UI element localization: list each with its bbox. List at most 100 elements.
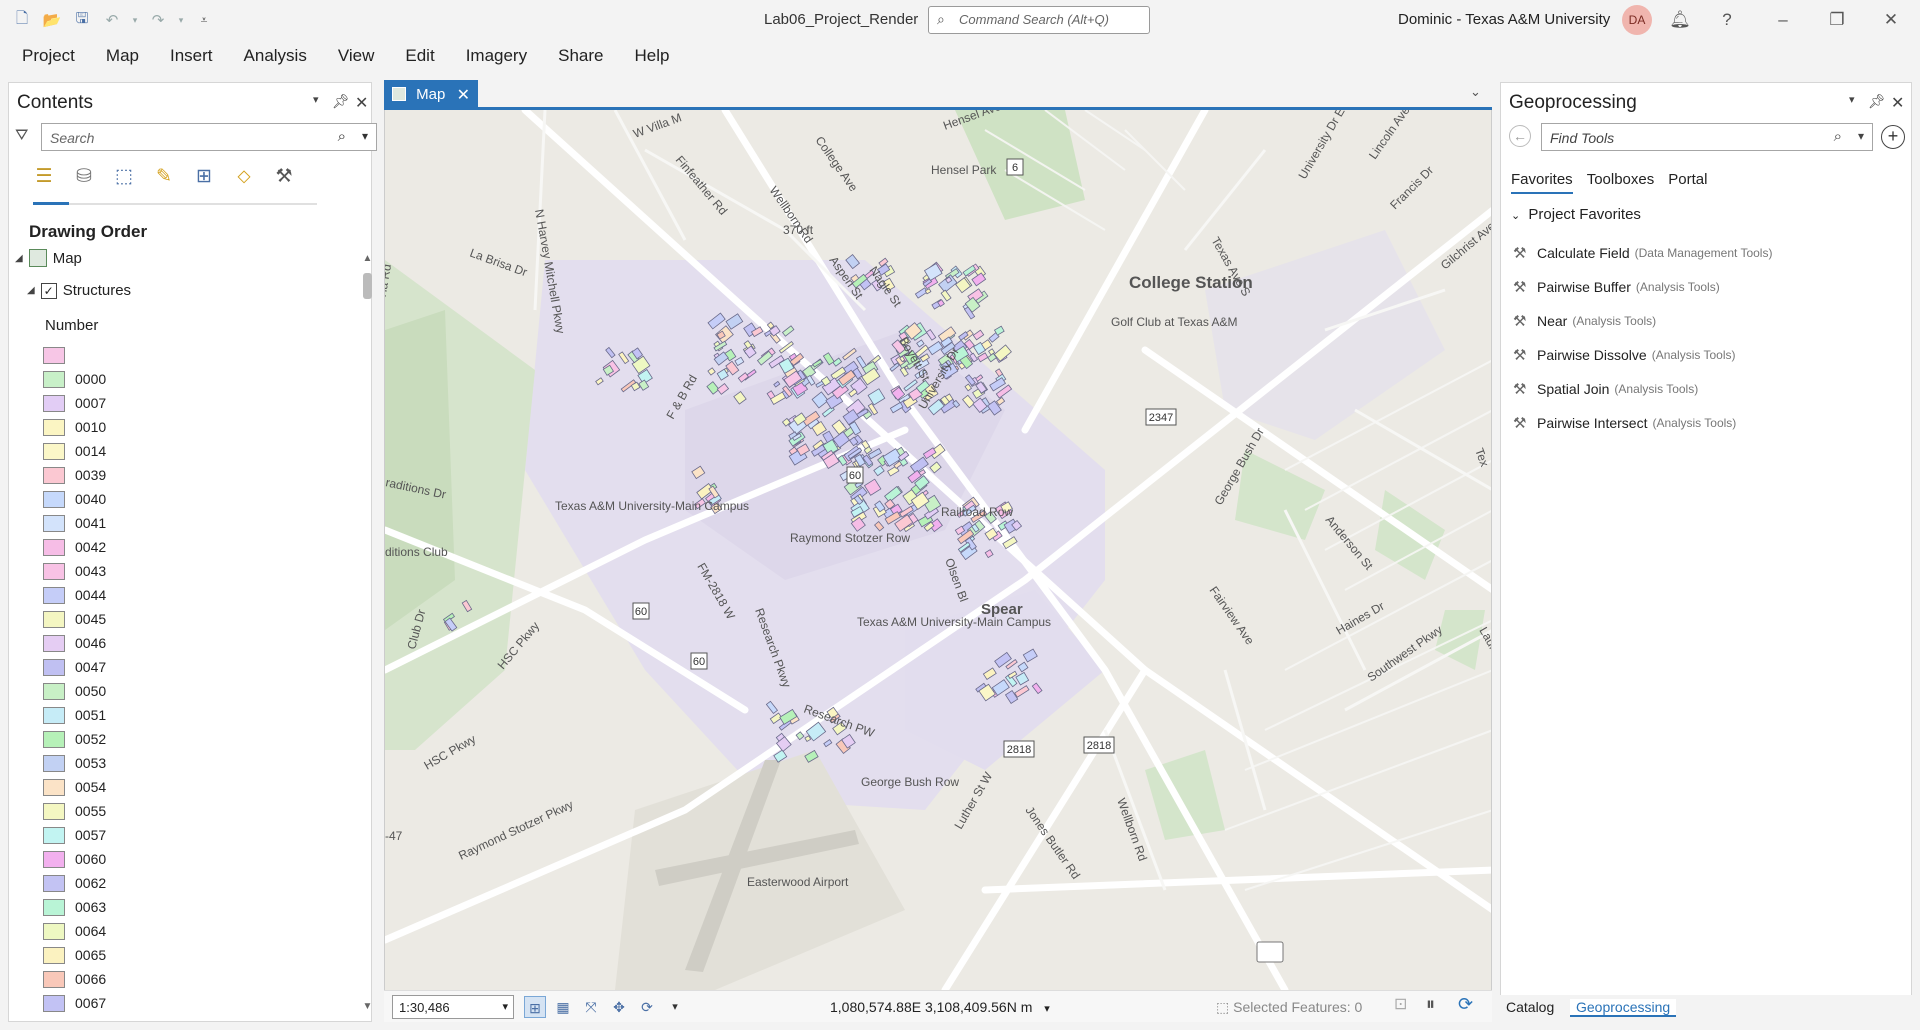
open-project-icon[interactable]: 📂 bbox=[40, 8, 64, 32]
tab-geoprocessing[interactable]: Geoprocessing bbox=[1570, 999, 1677, 1017]
legend-item[interactable]: 0055 bbox=[43, 799, 106, 823]
collapse-triangle-icon[interactable]: ◢ bbox=[27, 285, 35, 296]
chevron-down-icon[interactable]: ▾ bbox=[664, 996, 686, 1018]
legend-item[interactable]: 0066 bbox=[43, 967, 106, 991]
minimize-icon[interactable]: – bbox=[1768, 6, 1798, 34]
legend-swatch[interactable] bbox=[43, 394, 65, 412]
favorite-tool-item[interactable]: ⚒ Spatial Join (Analysis Tools) bbox=[1513, 372, 1772, 406]
fixed-zoom-icon[interactable]: ⊞ bbox=[524, 996, 546, 1018]
legend-item[interactable]: 0051 bbox=[43, 703, 106, 727]
tab-portal[interactable]: Portal bbox=[1668, 171, 1707, 194]
pane-options-chevron-icon[interactable]: ▾ bbox=[1849, 93, 1855, 106]
list-by-drawing-order-icon[interactable]: ☰ bbox=[31, 163, 57, 191]
menu-imagery[interactable]: Imagery bbox=[466, 40, 543, 72]
tab-catalog[interactable]: Catalog bbox=[1506, 999, 1554, 1015]
list-by-editing-icon[interactable]: ✎ bbox=[151, 163, 177, 191]
legend-item[interactable]: 0053 bbox=[43, 751, 106, 775]
tab-favorites[interactable]: Favorites bbox=[1511, 171, 1573, 194]
structures-layer-node[interactable]: ◢ ✓ Structures bbox=[27, 282, 131, 299]
map-canvas[interactable]: College StationGolf Club at Texas A&MTex… bbox=[385, 110, 1492, 990]
legend-swatch[interactable] bbox=[43, 898, 65, 916]
restore-icon[interactable]: ❐ bbox=[1822, 6, 1852, 34]
legend-swatch[interactable] bbox=[43, 778, 65, 796]
close-pane-icon[interactable]: ✕ bbox=[355, 93, 368, 113]
customize-toolbar-icon[interactable]: ⩡ bbox=[192, 8, 216, 32]
legend-item[interactable]: 0014 bbox=[43, 439, 106, 463]
contents-search-input[interactable]: Search ⌕ ▾ bbox=[41, 123, 377, 151]
legend-item[interactable]: 0007 bbox=[43, 391, 106, 415]
legend-item[interactable]: 0067 bbox=[43, 991, 106, 1015]
collapse-triangle-icon[interactable]: ◢ bbox=[15, 253, 23, 264]
legend-item[interactable]: 0039 bbox=[43, 463, 106, 487]
legend-swatch[interactable] bbox=[43, 514, 65, 532]
menu-insert[interactable]: Insert bbox=[170, 40, 229, 72]
list-by-snapping-icon[interactable]: ⊞ bbox=[191, 163, 217, 191]
notifications-bell-icon[interactable]: 🔔︎ bbox=[1665, 6, 1695, 34]
legend-swatch[interactable] bbox=[43, 346, 65, 364]
legend-swatch[interactable] bbox=[43, 922, 65, 940]
legend-swatch[interactable] bbox=[43, 826, 65, 844]
new-project-icon[interactable]: 🗋 bbox=[10, 8, 34, 32]
legend-swatch[interactable] bbox=[43, 874, 65, 892]
chevron-down-icon[interactable]: ▾ bbox=[1858, 129, 1864, 143]
legend-swatch[interactable] bbox=[43, 370, 65, 388]
legend-item[interactable]: 0064 bbox=[43, 919, 106, 943]
map-view[interactable]: College Station Golf Club at Texas A&M Tex… bbox=[384, 110, 1492, 990]
legend-item[interactable]: 0044 bbox=[43, 583, 106, 607]
legend-swatch[interactable] bbox=[43, 706, 65, 724]
menu-help[interactable]: Help bbox=[634, 40, 685, 72]
legend-swatch[interactable] bbox=[43, 562, 65, 580]
redo-icon[interactable]: ↷ bbox=[146, 8, 170, 32]
legend-item[interactable]: 0010 bbox=[43, 415, 106, 439]
menu-edit[interactable]: Edit bbox=[405, 40, 450, 72]
legend-item[interactable]: 0043 bbox=[43, 559, 106, 583]
chevron-down-icon[interactable]: ▾ bbox=[502, 1000, 508, 1013]
list-by-data-source-icon[interactable]: ⛁ bbox=[71, 163, 97, 191]
filter-icon[interactable]: ⛛ bbox=[15, 127, 28, 145]
list-by-labeling-icon[interactable]: ⬦ bbox=[231, 163, 257, 191]
menu-view[interactable]: View bbox=[338, 40, 391, 72]
command-search-input[interactable]: ⌕ Command Search (Alt+Q) bbox=[928, 6, 1150, 34]
chevron-down-icon[interactable]: ▾ bbox=[1044, 1003, 1050, 1015]
legend-swatch[interactable] bbox=[43, 610, 65, 628]
legend-item[interactable]: 0060 bbox=[43, 847, 106, 871]
legend-swatch[interactable] bbox=[43, 586, 65, 604]
favorite-tool-item[interactable]: ⚒ Pairwise Buffer (Analysis Tools) bbox=[1513, 270, 1772, 304]
legend-item[interactable]: 0042 bbox=[43, 535, 106, 559]
favorite-tool-item[interactable]: ⚒ Pairwise Intersect (Analysis Tools) bbox=[1513, 406, 1772, 440]
clear-selection-icon[interactable]: ⊡ bbox=[1394, 994, 1407, 1014]
contents-scrollbar[interactable]: ▲ ▼ bbox=[362, 251, 373, 1015]
close-window-icon[interactable]: ✕ bbox=[1876, 6, 1906, 34]
legend-swatch[interactable] bbox=[43, 970, 65, 988]
search-icon[interactable]: ⌕ bbox=[338, 128, 346, 145]
avatar[interactable]: DA bbox=[1622, 5, 1652, 35]
legend-item[interactable]: 0041 bbox=[43, 511, 106, 535]
fit-extent-icon[interactable]: ⤧ bbox=[580, 996, 602, 1018]
scrollbar-thumb[interactable] bbox=[363, 273, 372, 299]
scroll-up-icon[interactable]: ▲ bbox=[362, 253, 373, 264]
legend-item[interactable]: 0046 bbox=[43, 631, 106, 655]
save-project-icon[interactable]: 🖫 bbox=[70, 8, 94, 32]
refresh-icon[interactable]: ⟳ bbox=[1458, 994, 1473, 1015]
list-by-selection-icon[interactable]: ⬚ bbox=[111, 163, 137, 191]
legend-item[interactable]: 0063 bbox=[43, 895, 106, 919]
redo-dropdown-icon[interactable]: ▾ bbox=[176, 8, 186, 32]
undo-icon[interactable]: ↶ bbox=[100, 8, 124, 32]
pause-drawing-icon[interactable]: ⏸︎ bbox=[1426, 994, 1435, 1015]
close-pane-icon[interactable]: ✕ bbox=[1891, 93, 1904, 113]
legend-item[interactable]: 0057 bbox=[43, 823, 106, 847]
tab-overflow-chevron-icon[interactable]: ⌄ bbox=[1470, 84, 1481, 100]
legend-item[interactable]: 0050 bbox=[43, 679, 106, 703]
legend-item[interactable]: 0062 bbox=[43, 871, 106, 895]
chevron-down-icon[interactable]: ▾ bbox=[362, 129, 368, 143]
legend-item[interactable]: 0047 bbox=[43, 655, 106, 679]
legend-swatch[interactable] bbox=[43, 658, 65, 676]
tab-toolboxes[interactable]: Toolboxes bbox=[1587, 171, 1655, 194]
undo-dropdown-icon[interactable]: ▾ bbox=[130, 8, 140, 32]
pan-icon[interactable]: ✥ bbox=[608, 996, 630, 1018]
coordinates-readout[interactable]: 1,080,574.88E 3,108,409.56N m ▾ bbox=[830, 999, 1050, 1015]
layer-visibility-checkbox[interactable]: ✓ bbox=[40, 282, 57, 299]
menu-map[interactable]: Map bbox=[106, 40, 155, 72]
favorite-tool-item[interactable]: ⚒ Calculate Field (Data Management Tools) bbox=[1513, 236, 1772, 270]
pin-icon[interactable]: 📌︎ bbox=[332, 93, 350, 110]
